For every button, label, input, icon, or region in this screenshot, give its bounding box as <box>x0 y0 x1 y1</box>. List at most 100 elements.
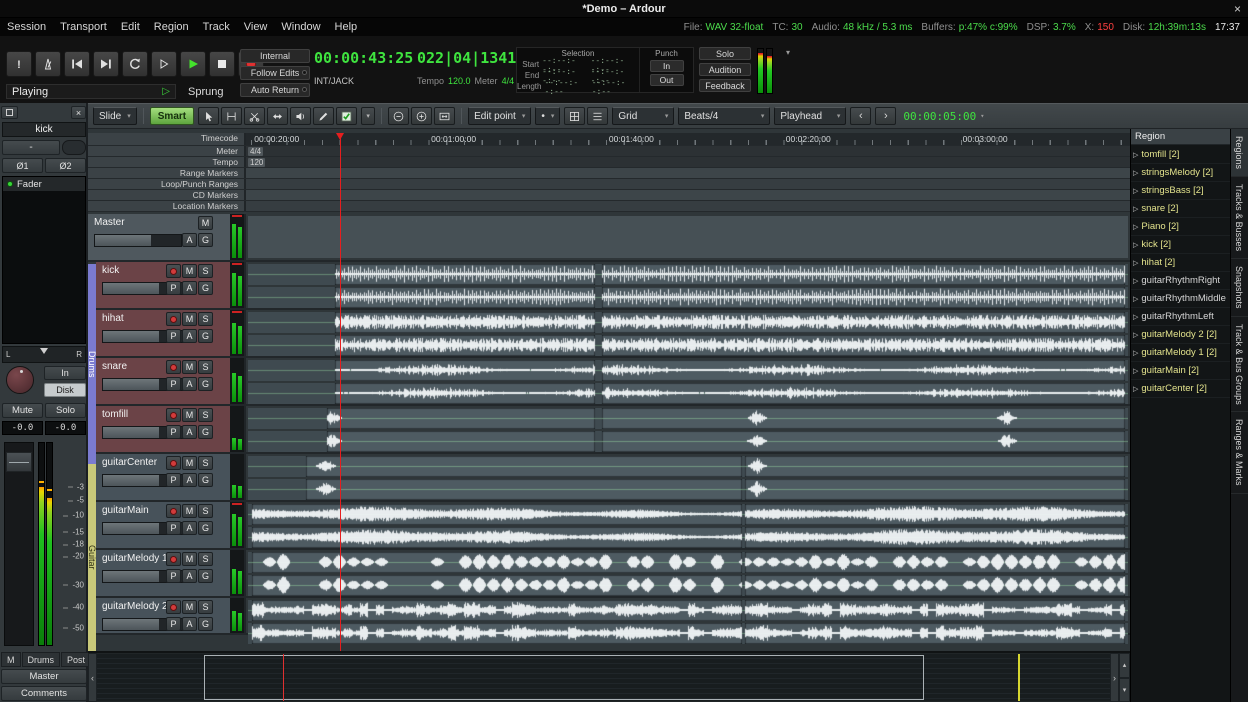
track-header-body[interactable]: snareMSPAG <box>96 358 230 404</box>
track-header-body[interactable]: tomfillMSPAG <box>96 406 230 452</box>
snap-mode-combo[interactable]: Slide ▾ <box>93 107 137 125</box>
region-list-item-snare-2[interactable]: ▷snare [2] <box>1131 200 1230 218</box>
ruler-loop-punch-ranges[interactable]: Loop/Punch Ranges <box>88 179 1130 190</box>
record-enable-button[interactable] <box>166 456 181 470</box>
pan-slider[interactable]: L R <box>2 346 86 363</box>
processor-active-led-icon[interactable] <box>7 181 13 187</box>
track-header-body[interactable]: hihatMSPAG <box>96 310 230 356</box>
track-s-button[interactable]: S <box>198 312 213 326</box>
cut-tool-button[interactable] <box>244 107 265 125</box>
tempo-value[interactable]: 120.0 <box>448 76 471 86</box>
track-p-button[interactable]: P <box>166 425 181 439</box>
strip-grip-button[interactable] <box>1 106 18 119</box>
expand-arrow-icon[interactable]: ▷ <box>1133 241 1138 249</box>
waveform-lane-canvas[interactable] <box>248 600 1128 621</box>
expand-arrow-icon[interactable]: ▷ <box>1133 205 1138 213</box>
waveform-lane[interactable] <box>248 600 1128 621</box>
expand-arrow-icon[interactable]: ▷ <box>1133 385 1138 393</box>
summary-zoom-in-button[interactable]: ▴ <box>1119 653 1130 678</box>
track-header-body[interactable]: guitarCenterMSPAG <box>96 454 230 500</box>
meter-marker[interactable]: 4/4 <box>248 147 263 156</box>
side-tab-regions[interactable]: Regions <box>1231 129 1248 177</box>
waveform-lane-canvas[interactable] <box>248 287 1128 308</box>
waveform-lane-canvas[interactable] <box>248 335 1128 356</box>
meter-value[interactable]: 4/4 <box>502 76 515 86</box>
window-close-button[interactable]: × <box>1234 0 1241 18</box>
track-p-button[interactable]: P <box>166 329 181 343</box>
strip-solo-button[interactable]: Solo <box>45 403 86 418</box>
monitor-input-button[interactable]: In <box>44 366 86 380</box>
track-header-body[interactable]: MasterMAG <box>88 214 230 260</box>
waveform-lane[interactable] <box>248 335 1128 356</box>
waveform-lane-canvas[interactable] <box>248 383 1128 404</box>
waveform-lane[interactable] <box>248 575 1128 596</box>
track-header-body[interactable]: guitarMelody 2MSPAG <box>96 598 230 633</box>
waveform-lane[interactable] <box>248 527 1128 548</box>
track-a-button[interactable]: A <box>182 521 197 535</box>
sync-source-button[interactable]: INT/JACK <box>314 76 413 86</box>
tempo-marker[interactable]: 120 <box>248 158 265 167</box>
track-m-button[interactable]: M <box>182 504 197 518</box>
shuttle-control[interactable]: Playing ▷ <box>6 84 176 99</box>
goto-start-button[interactable] <box>64 51 90 77</box>
menu-help[interactable]: Help <box>328 21 365 33</box>
zoom-in-button[interactable] <box>411 107 432 125</box>
region-list-item-stringsmelody-2[interactable]: ▷stringsMelody [2] <box>1131 164 1230 182</box>
grid-unit-combo[interactable]: Beats/4 ▾ <box>678 107 770 125</box>
track-gain-fader[interactable] <box>94 234 182 247</box>
punch-out-button[interactable]: Out <box>650 74 684 86</box>
track-header-body[interactable]: kickMSPAG <box>96 262 230 308</box>
ruler-content-cd-markers[interactable] <box>246 190 1130 200</box>
pan-thumb-icon[interactable] <box>40 348 48 354</box>
strip-track-name[interactable]: kick <box>2 122 86 137</box>
track-a-button[interactable]: A <box>182 569 197 583</box>
menu-region[interactable]: Region <box>147 21 196 33</box>
processor-box[interactable]: Fader <box>2 176 86 344</box>
menu-transport[interactable]: Transport <box>53 21 114 33</box>
follow-edits-toggle-button[interactable]: Follow Edits <box>240 66 310 80</box>
track-name-label[interactable]: guitarMelody 2 <box>102 601 168 612</box>
menu-session[interactable]: Session <box>0 21 53 33</box>
waveform-lane-canvas[interactable] <box>248 408 1128 429</box>
region-list-item-hihat-2[interactable]: ▷hihat [2] <box>1131 254 1230 272</box>
ruler-content-range-markers[interactable] <box>246 168 1130 178</box>
waveform-lane[interactable] <box>248 264 1128 285</box>
gain-trim-knob[interactable] <box>6 366 34 394</box>
waveform-lane[interactable] <box>248 408 1128 429</box>
expand-arrow-icon[interactable]: ▷ <box>1133 277 1138 285</box>
ruler-content-loop-punch-ranges[interactable] <box>246 179 1130 189</box>
strip-close-button[interactable]: × <box>71 106 86 119</box>
track-name-label[interactable]: kick <box>102 265 119 276</box>
region-list-item-guitarrhythmright[interactable]: ▷guitarRhythmRight <box>1131 272 1230 290</box>
waveform-lane[interactable] <box>248 360 1128 381</box>
stop-button[interactable] <box>209 51 235 77</box>
side-tab-track-bus-groups[interactable]: Track & Bus Groups <box>1231 317 1248 413</box>
track-name-label[interactable]: hihat <box>102 313 124 324</box>
track-content-guitarcenter[interactable] <box>248 454 1128 500</box>
tool-options-dropdown[interactable]: ▾ <box>361 107 375 125</box>
track-g-button[interactable]: G <box>198 473 213 487</box>
snap-grid-button[interactable] <box>564 107 585 125</box>
region-list-item-guitarmelody-1-2[interactable]: ▷guitarMelody 1 [2] <box>1131 344 1230 362</box>
track-name-label[interactable]: guitarCenter <box>102 457 157 468</box>
note-length-combo[interactable]: • ▾ <box>535 107 560 125</box>
edit-point-combo[interactable]: Edit point ▾ <box>468 107 531 125</box>
track-content-kick[interactable] <box>248 262 1128 308</box>
waveform-lane-canvas[interactable] <box>248 527 1128 548</box>
track-p-button[interactable]: P <box>166 281 181 295</box>
auto-return-toggle-button[interactable]: Auto Return <box>240 83 310 97</box>
ruler-location-markers[interactable]: Location Markers <box>88 201 1130 212</box>
side-tab-tracks-busses[interactable]: Tracks & Busses <box>1231 177 1248 259</box>
ruler-cd-markers[interactable]: CD Markers <box>88 190 1130 201</box>
region-list-header[interactable]: Region <box>1131 129 1230 145</box>
strip-trim-button[interactable] <box>62 140 86 155</box>
waveform-lane[interactable] <box>248 312 1128 333</box>
loop-button[interactable] <box>122 51 148 77</box>
waveform-lane[interactable] <box>248 552 1128 573</box>
play-selection-button[interactable] <box>151 51 177 77</box>
nudge-backward-button[interactable]: ‹ <box>850 107 871 125</box>
track-g-button[interactable]: G <box>198 617 213 631</box>
track-s-button[interactable]: S <box>198 552 213 566</box>
track-a-button[interactable]: A <box>182 377 197 391</box>
expand-arrow-icon[interactable]: ▷ <box>1133 223 1138 231</box>
